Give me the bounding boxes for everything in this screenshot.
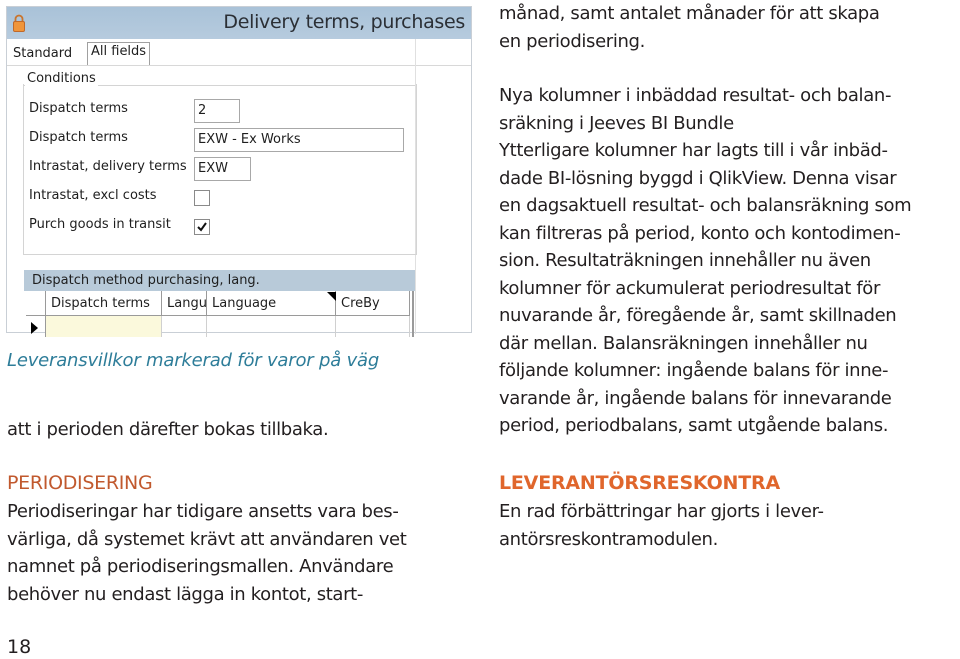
intrastat-excl-costs-label: Intrastat, excl costs [29, 188, 157, 203]
section-heading-leverantorsreskontra: LEVERANTÖRSRESKONTRA [499, 472, 780, 494]
tab-bar: Standard All fields [7, 39, 471, 66]
grid-cell-language[interactable] [207, 316, 336, 337]
bi-bundle-paragraph: Ytterligare kolumner har lagts till i vå… [499, 140, 912, 436]
tab-all-fields[interactable]: All fields [87, 42, 151, 65]
grid-cell-creby[interactable] [336, 316, 410, 337]
dispatch-terms-code-input[interactable]: 2 [194, 99, 240, 123]
grid-vertical-scrollbar[interactable] [412, 291, 414, 337]
dispatch-terms-input[interactable]: EXW - Ex Works [194, 128, 404, 152]
tab-standard[interactable]: Standard [11, 45, 74, 65]
conditions-legend: Conditions [25, 71, 98, 86]
grid-cell-dispatch-terms[interactable] [46, 316, 162, 337]
dialog-titlebar: Delivery terms, purchases [7, 7, 471, 39]
dispatch-terms-code-label: Dispatch terms [29, 101, 128, 116]
figure-caption: Leveransvillkor markerad för varor på vä… [7, 350, 380, 371]
dispatch-method-grid: Dispatch terms Langu Language CreBy [26, 291, 410, 337]
checkmark-icon [197, 222, 207, 232]
right-continuation-paragraph: månad, samt antalet månader för att skap… [499, 3, 880, 52]
grid-column-header-dispatch-terms[interactable]: Dispatch terms [46, 291, 162, 316]
periodisering-paragraph: Periodiseringar har tidigare ansetts var… [7, 501, 407, 605]
sort-indicator-icon [327, 292, 336, 301]
intrastat-excl-costs-checkbox[interactable] [194, 190, 210, 206]
grid-column-header-langu[interactable]: Langu [162, 291, 207, 316]
grid-row-header-column [26, 291, 46, 316]
lock-icon [13, 14, 25, 32]
grid-title-bar: Dispatch method purchasing, lang. [24, 270, 415, 291]
bi-bundle-subheading: Nya kolumner i inbäddad resultat- och ba… [499, 85, 892, 134]
grid-row-header[interactable] [26, 316, 46, 337]
grid-column-header-language[interactable]: Language [207, 291, 336, 316]
intrastat-delivery-terms-input[interactable]: EXW [194, 157, 251, 181]
left-intro-paragraph: att i perioden därefter bokas tillbaka. [7, 419, 329, 440]
dialog-title: Delivery terms, purchases [223, 11, 465, 33]
section-heading-periodisering: PERIODISERING [7, 472, 153, 494]
page-number: 18 [7, 636, 32, 658]
intrastat-delivery-terms-label: Intrastat, delivery terms [29, 159, 187, 174]
purch-goods-in-transit-label: Purch goods in transit [29, 217, 171, 232]
dispatch-terms-label: Dispatch terms [29, 130, 128, 145]
purch-goods-in-transit-checkbox[interactable] [194, 219, 210, 235]
grid-cell-langu[interactable] [162, 316, 207, 337]
grid-column-header-creby[interactable]: CreBy [336, 291, 410, 316]
screenshot-dialog: Delivery terms, purchases Standard All f… [6, 6, 472, 337]
leverantorsreskontra-paragraph: En rad förbättringar har gjorts i lever-… [499, 501, 824, 550]
